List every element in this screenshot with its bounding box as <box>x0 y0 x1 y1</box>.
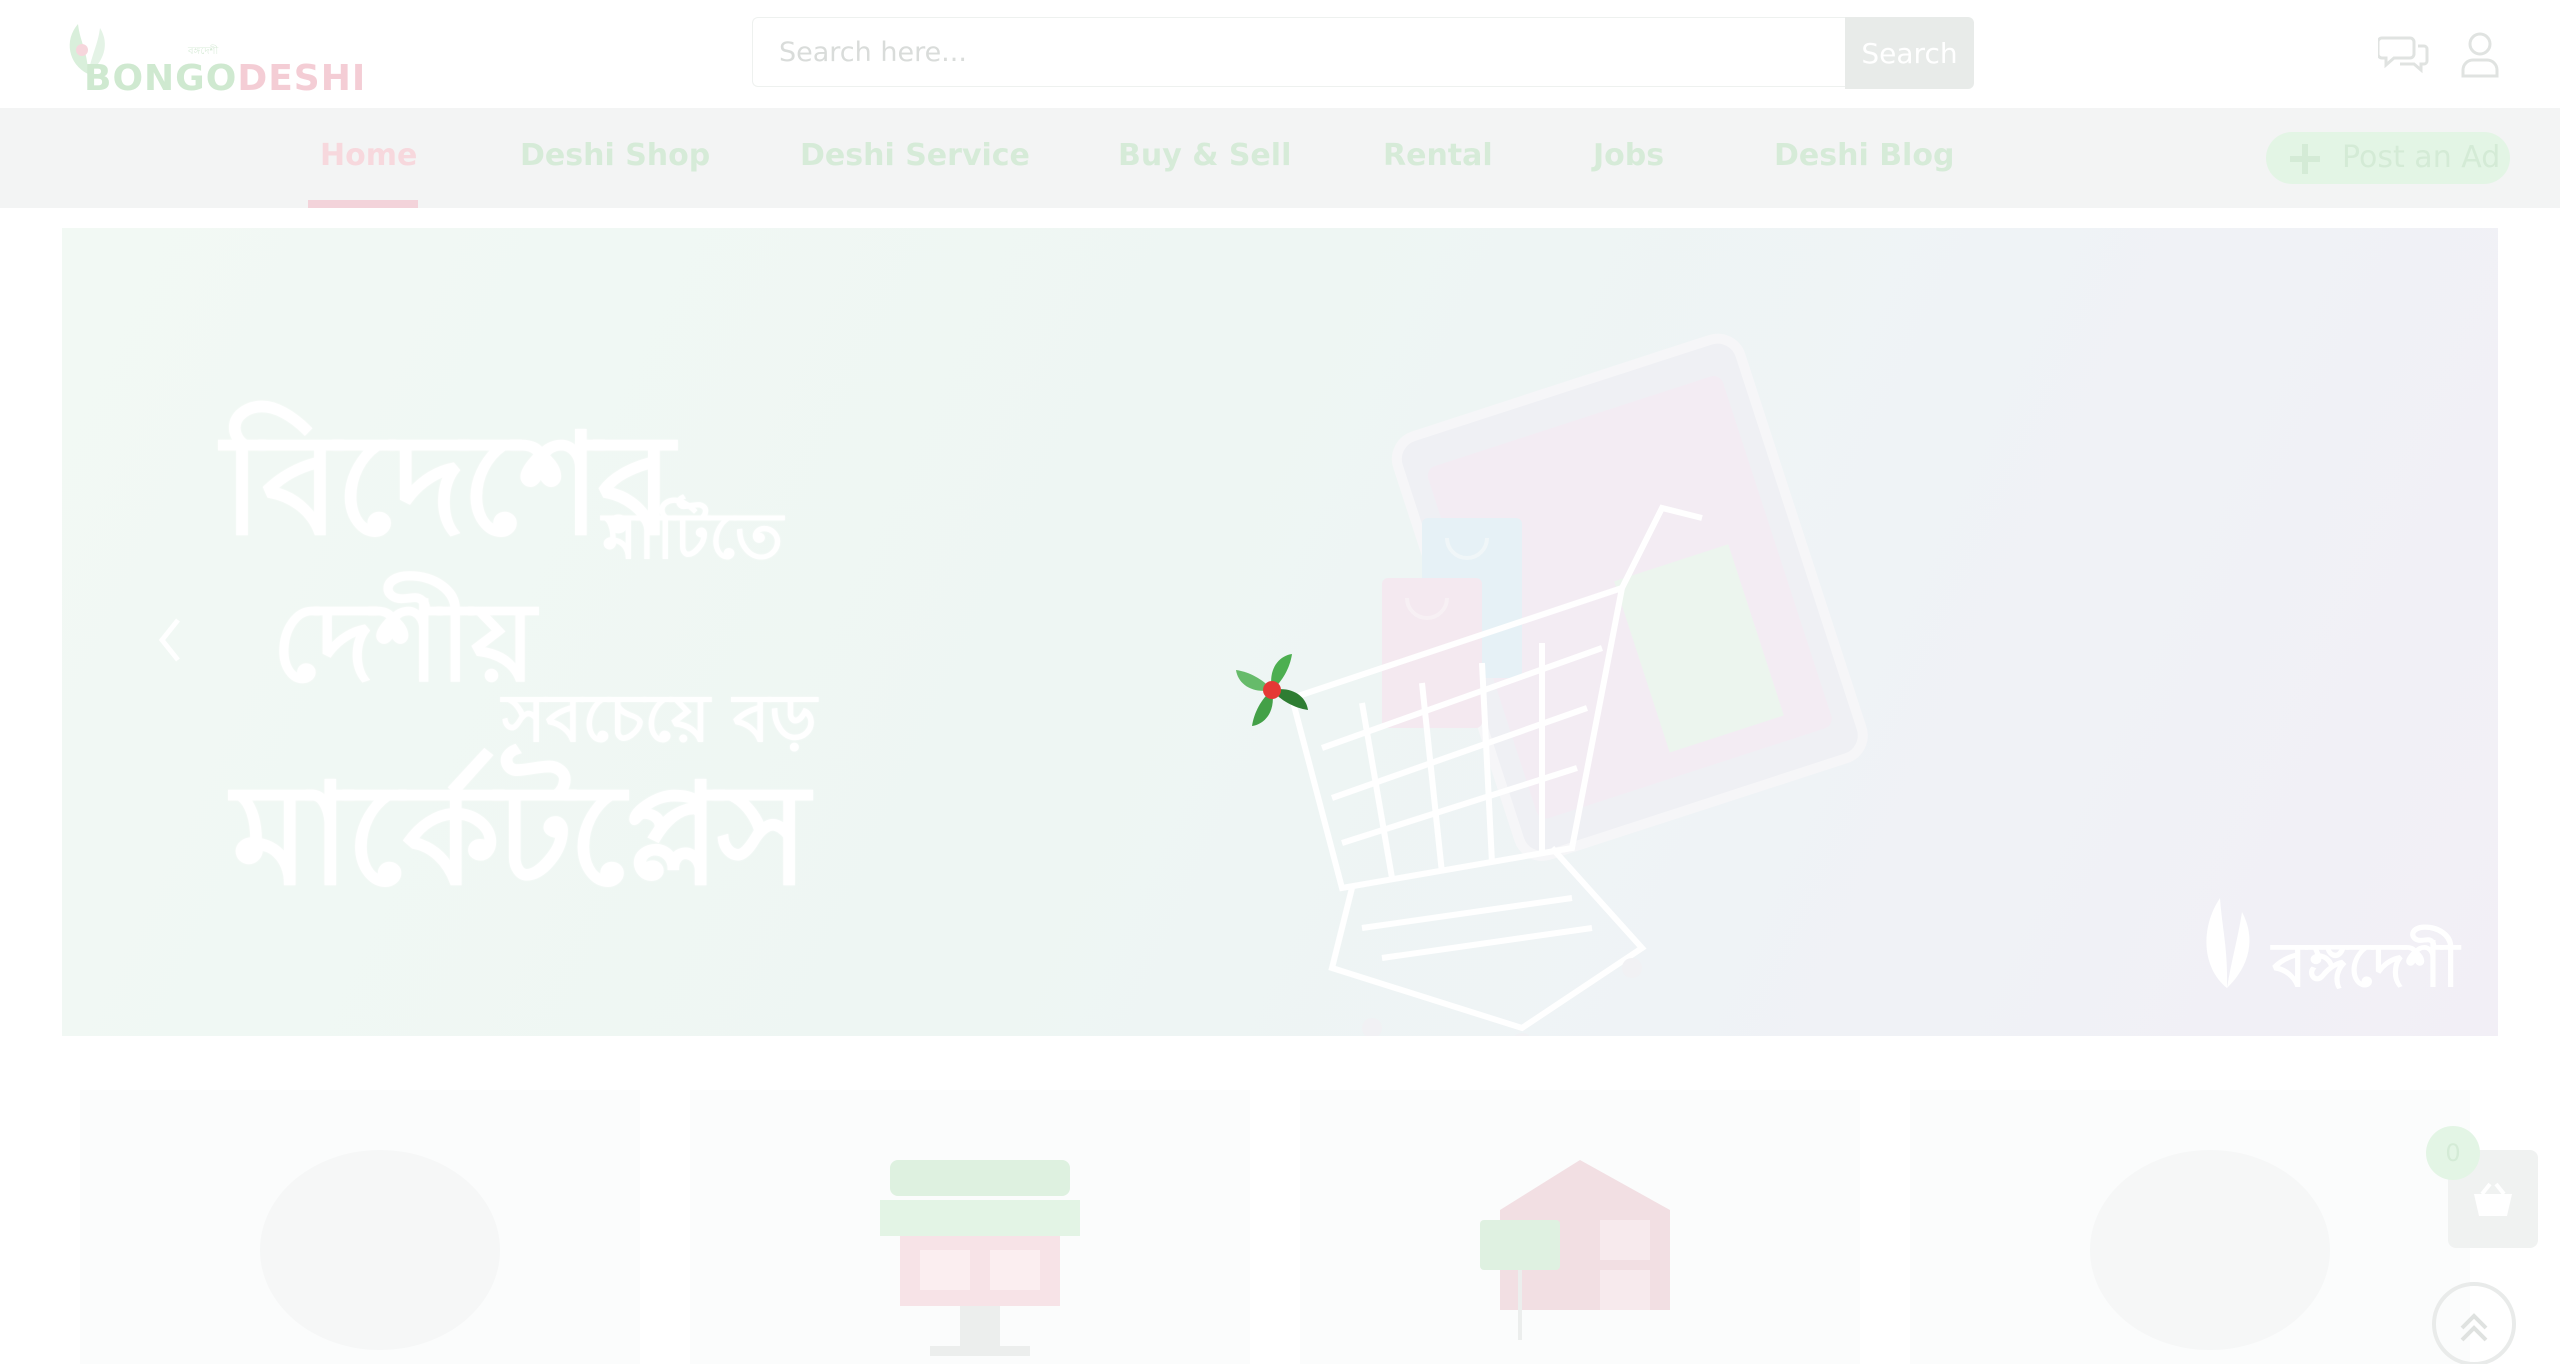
plus-icon <box>2290 144 2320 174</box>
hero-carousel: বিদেশের মাটিতে দেশীয় সবচেয়ে বড় মার্কে… <box>62 228 2498 1036</box>
nav-item-deshi-shop[interactable]: Deshi Shop <box>520 108 710 208</box>
basket-icon <box>2474 1182 2512 1216</box>
carousel-prev-icon[interactable] <box>150 610 190 670</box>
nav-item-rental[interactable]: Rental <box>1383 108 1493 208</box>
banner-brand-text: বঙ্গদেশী <box>2272 928 2460 1001</box>
nav-active-indicator <box>308 200 418 208</box>
nav-item-home[interactable]: Home <box>320 108 417 208</box>
banner-line-2: মাটিতে <box>602 499 784 574</box>
post-ad-label: Post an Ad <box>2342 140 2501 175</box>
search-bar: Search <box>752 17 1974 89</box>
site-header: বঙ্গদেশী BONGODESHI Search <box>0 0 2560 108</box>
logo-text-deshi: DESHI <box>237 58 367 99</box>
banner-logo-flower-icon <box>2206 898 2250 988</box>
category-card-4[interactable] <box>1910 1090 2470 1364</box>
nav-item-deshi-service[interactable]: Deshi Service <box>800 108 1030 208</box>
main-nav: Home Deshi Shop Deshi Service Buy & Sell… <box>0 108 2560 208</box>
banner-line-5: মার্কেটপ্লেস <box>232 753 809 917</box>
user-icon[interactable] <box>2460 30 2500 78</box>
search-button[interactable]: Search <box>1845 17 1974 89</box>
logo-wordmark: BONGODESHI <box>84 58 366 99</box>
category-image-icon <box>2090 1150 2330 1350</box>
search-input[interactable] <box>752 17 1845 87</box>
cart-count-badge: 0 <box>2426 1126 2480 1180</box>
banner-line-3: দেশীয় <box>272 577 536 706</box>
storefront-icon <box>880 1160 1080 1356</box>
house-for-rent-icon <box>1480 1160 1670 1340</box>
category-card-rental[interactable] <box>1300 1090 1860 1364</box>
category-image-icon <box>260 1150 500 1350</box>
scroll-to-top-icon[interactable] <box>2428 1282 2558 1364</box>
chat-icon[interactable] <box>2378 32 2430 76</box>
category-card-1[interactable] <box>80 1090 640 1364</box>
post-ad-button[interactable]: Post an Ad <box>2266 132 2510 184</box>
nav-item-buy-sell[interactable]: Buy & Sell <box>1118 108 1291 208</box>
nav-item-deshi-blog[interactable]: Deshi Blog <box>1774 108 1954 208</box>
site-logo[interactable]: বঙ্গদেশী BONGODESHI <box>58 14 365 99</box>
nav-item-jobs[interactable]: Jobs <box>1593 108 1664 208</box>
logo-text-bongo: BONGO <box>84 58 238 99</box>
loading-spinner-icon <box>1236 654 1308 726</box>
carousel-next-icon[interactable] <box>2492 610 2498 670</box>
category-card-shop[interactable] <box>690 1090 1250 1364</box>
